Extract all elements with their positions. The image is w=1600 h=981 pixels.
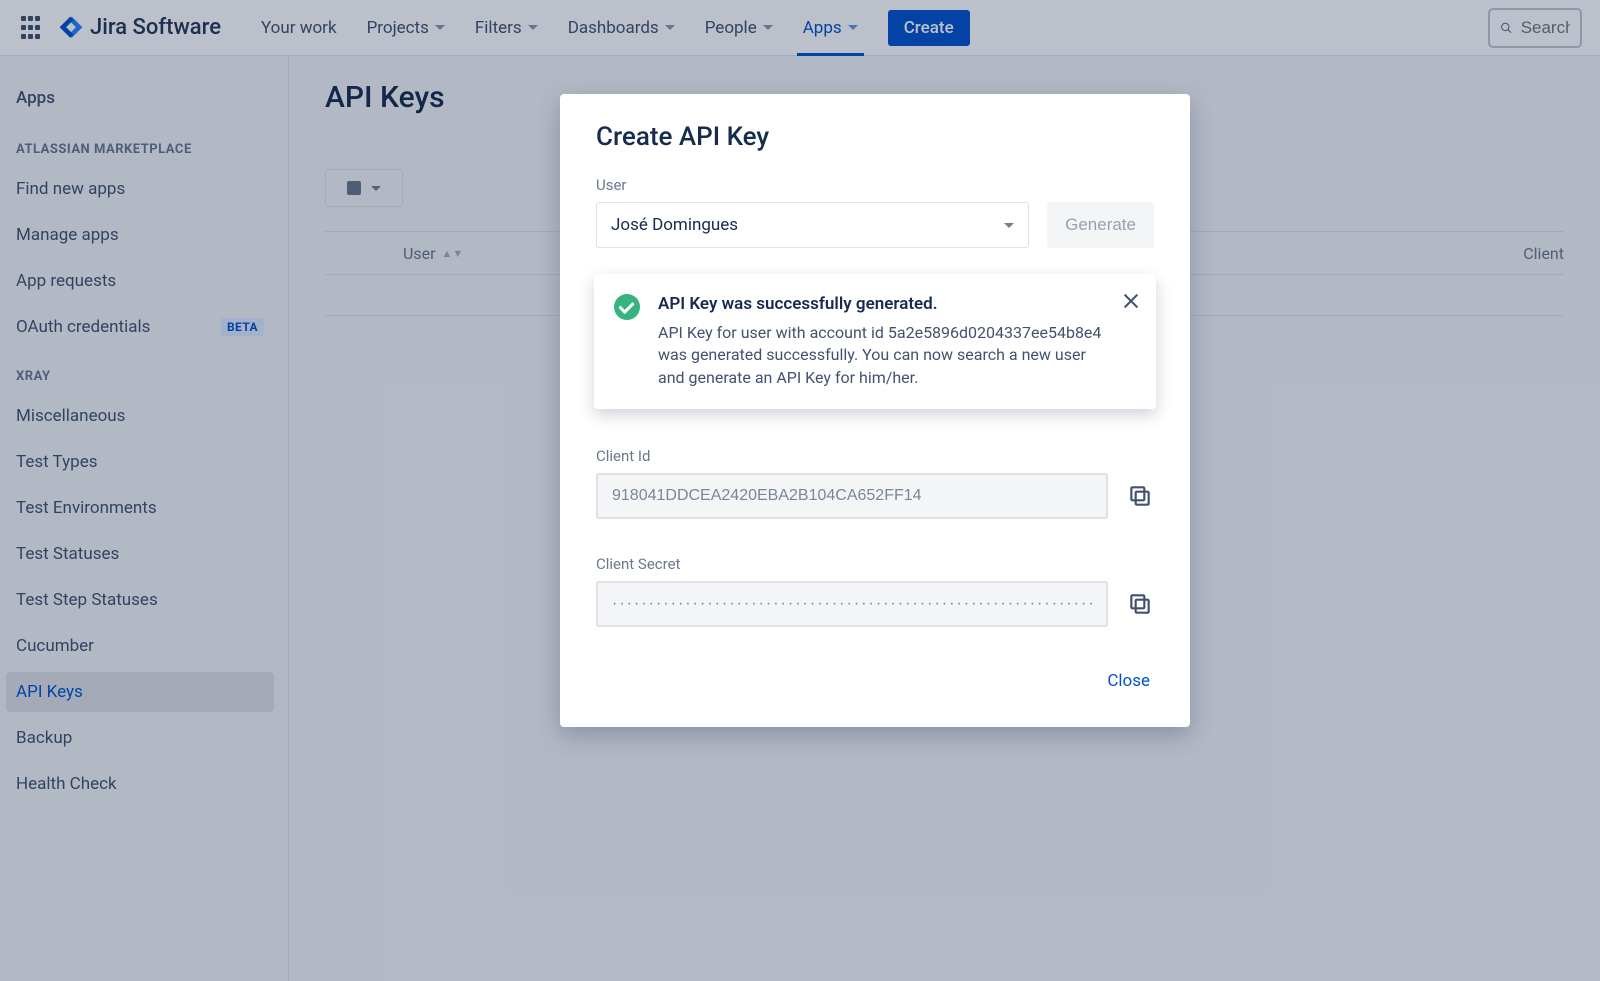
create-api-key-modal: Create API Key User José Domingues Gener…	[560, 94, 1190, 727]
client-id-label: Client Id	[596, 447, 1154, 465]
generate-button[interactable]: Generate	[1047, 202, 1154, 248]
success-toast: API Key was successfully generated. API …	[594, 274, 1156, 409]
toast-body: API Key for user with account id 5a2e589…	[658, 322, 1106, 389]
user-select[interactable]: José Domingues	[596, 202, 1029, 248]
copy-icon	[1127, 483, 1153, 509]
chevron-down-icon	[1004, 223, 1014, 228]
copy-client-secret-button[interactable]	[1126, 590, 1154, 618]
user-label: User	[596, 176, 1154, 194]
copy-client-id-button[interactable]	[1126, 482, 1154, 510]
client-secret-label: Client Secret	[596, 555, 1154, 573]
toast-title: API Key was successfully generated.	[658, 294, 1106, 314]
close-button[interactable]: Close	[1103, 663, 1154, 699]
toast-close-button[interactable]	[1122, 292, 1140, 310]
user-select-value: José Domingues	[611, 215, 738, 235]
copy-icon	[1127, 591, 1153, 617]
modal-title: Create API Key	[596, 122, 1154, 152]
client-secret-field[interactable]	[596, 581, 1108, 627]
client-id-field[interactable]	[596, 473, 1108, 519]
success-icon	[614, 294, 640, 320]
